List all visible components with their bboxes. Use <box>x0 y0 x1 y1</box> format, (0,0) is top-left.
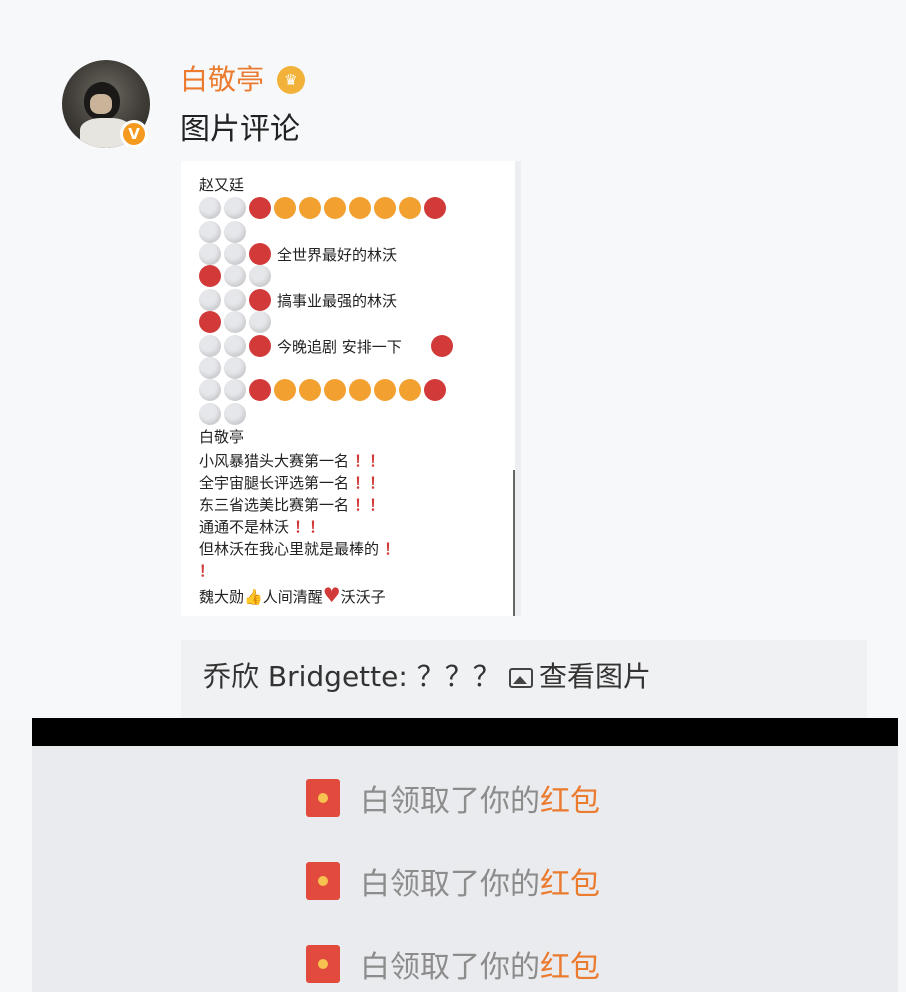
red-packet-link[interactable]: 红包 <box>540 859 600 903</box>
post-text: 图片评论 <box>180 112 300 147</box>
comment-user-1: 赵又廷 <box>199 176 245 194</box>
notice-text: 白领取了你的 <box>360 950 540 985</box>
red-packet-link[interactable]: 红包 <box>540 942 600 986</box>
username[interactable]: 白敬亭 <box>180 62 264 98</box>
comment-line-3: 今晚追剧 安排一下 <box>277 338 402 356</box>
red-packet-notice: 白领取了你的 红包 <box>306 942 600 986</box>
red-packet-notice: 白领取了你的 红包 <box>306 859 600 903</box>
heart-row-2 <box>199 379 446 401</box>
comment-line-1: 全世界最好的林沃 <box>277 246 398 264</box>
notice-text: 白领取了你的 <box>360 867 540 902</box>
view-image-link[interactable]: 查看图片 <box>509 658 651 696</box>
comment-row-2: 全宇宙腿长评选第一名 <box>199 474 350 492</box>
comment-image-scrollbar[interactable] <box>513 470 515 616</box>
comment-line-2: 搞事业最强的林沃 <box>277 292 398 310</box>
comment-last-a: 魏大勋 <box>199 588 245 606</box>
comment-user-2: 白敬亭 <box>199 428 245 446</box>
notice-text: 白领取了你的 <box>360 784 540 819</box>
post-area: V 白敬亭 ♛ 图片评论 赵又廷 全世界最好的林沃 搞事业最强的林沃 今晚追剧 … <box>0 0 906 720</box>
reply-box[interactable]: 乔欣 Bridgette: ？？？ 查看图片 <box>181 640 867 720</box>
comment-row-3: 东三省选美比赛第一名 <box>199 496 350 514</box>
crown-icon: ♛ <box>277 66 305 94</box>
reply-name: 乔欣 Bridgette: ？？？ <box>203 660 501 693</box>
red-packet-link[interactable]: 红包 <box>540 776 600 820</box>
heart-row-1 <box>199 197 446 219</box>
red-packet-notice: 白领取了你的 红包 <box>306 776 600 820</box>
verified-badge-icon: V <box>120 120 148 148</box>
notice-area: 白领取了你的 红包 白领取了你的 红包 白领取了你的 红包 <box>32 746 898 992</box>
comment-row-1: 小风暴猎头大赛第一名 <box>199 452 350 470</box>
red-packet-icon <box>306 945 340 983</box>
comment-last-c: 沃沃子 <box>340 588 386 606</box>
comment-row-4: 通通不是林沃 <box>199 518 290 536</box>
comment-image[interactable]: 赵又廷 全世界最好的林沃 搞事业最强的林沃 今晚追剧 安排一下 白敬亭 小风暴猎… <box>181 161 521 616</box>
red-packet-icon <box>306 862 340 900</box>
view-image-label: 查看图片 <box>539 660 652 693</box>
picture-icon <box>509 668 533 688</box>
comment-last-b: 人间清醒 <box>262 588 323 606</box>
black-bar <box>32 718 898 746</box>
comment-row-5: 但林沃在我心里就是最棒的 <box>199 540 380 558</box>
red-packet-icon <box>306 779 340 817</box>
